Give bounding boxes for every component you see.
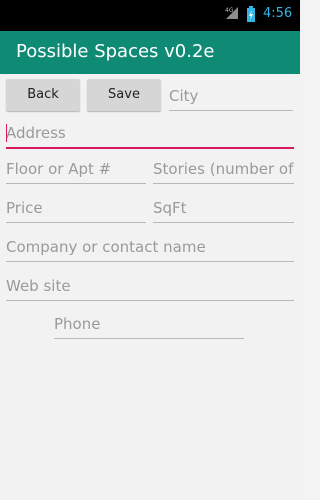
text-cursor [6,124,7,142]
save-button[interactable]: Save [87,79,161,111]
app-screen: 4G 4:56 Possible Spaces v0.2e Back Save [0,0,300,500]
back-button[interactable]: Back [6,79,80,111]
phone-field-container [54,312,244,339]
floor-or-apt-input[interactable] [6,157,146,181]
sqft-field-container [153,196,294,223]
address-field-container [6,121,294,149]
app-title: Possible Spaces v0.2e [16,41,215,62]
floor-field-container [6,157,146,184]
company-or-contact-input[interactable] [6,235,294,259]
signal-icon: 4G [225,7,238,19]
price-field-container [6,196,146,223]
battery-icon [247,6,255,22]
city-input[interactable] [169,84,293,108]
action-bar: Possible Spaces v0.2e [0,31,300,74]
phone-input[interactable] [54,312,244,336]
clock: 4:56 [263,6,293,21]
stories-input[interactable] [153,157,294,181]
network-type-label: 4G [225,7,234,14]
status-bar: 4G 4:56 [0,0,300,31]
sqft-input[interactable] [153,196,294,220]
stories-field-container [153,157,294,184]
address-input[interactable] [6,121,294,145]
price-input[interactable] [6,196,146,220]
city-field-container [169,84,293,111]
web-site-input[interactable] [6,274,294,298]
website-field-container [6,274,294,301]
company-field-container [6,235,294,262]
